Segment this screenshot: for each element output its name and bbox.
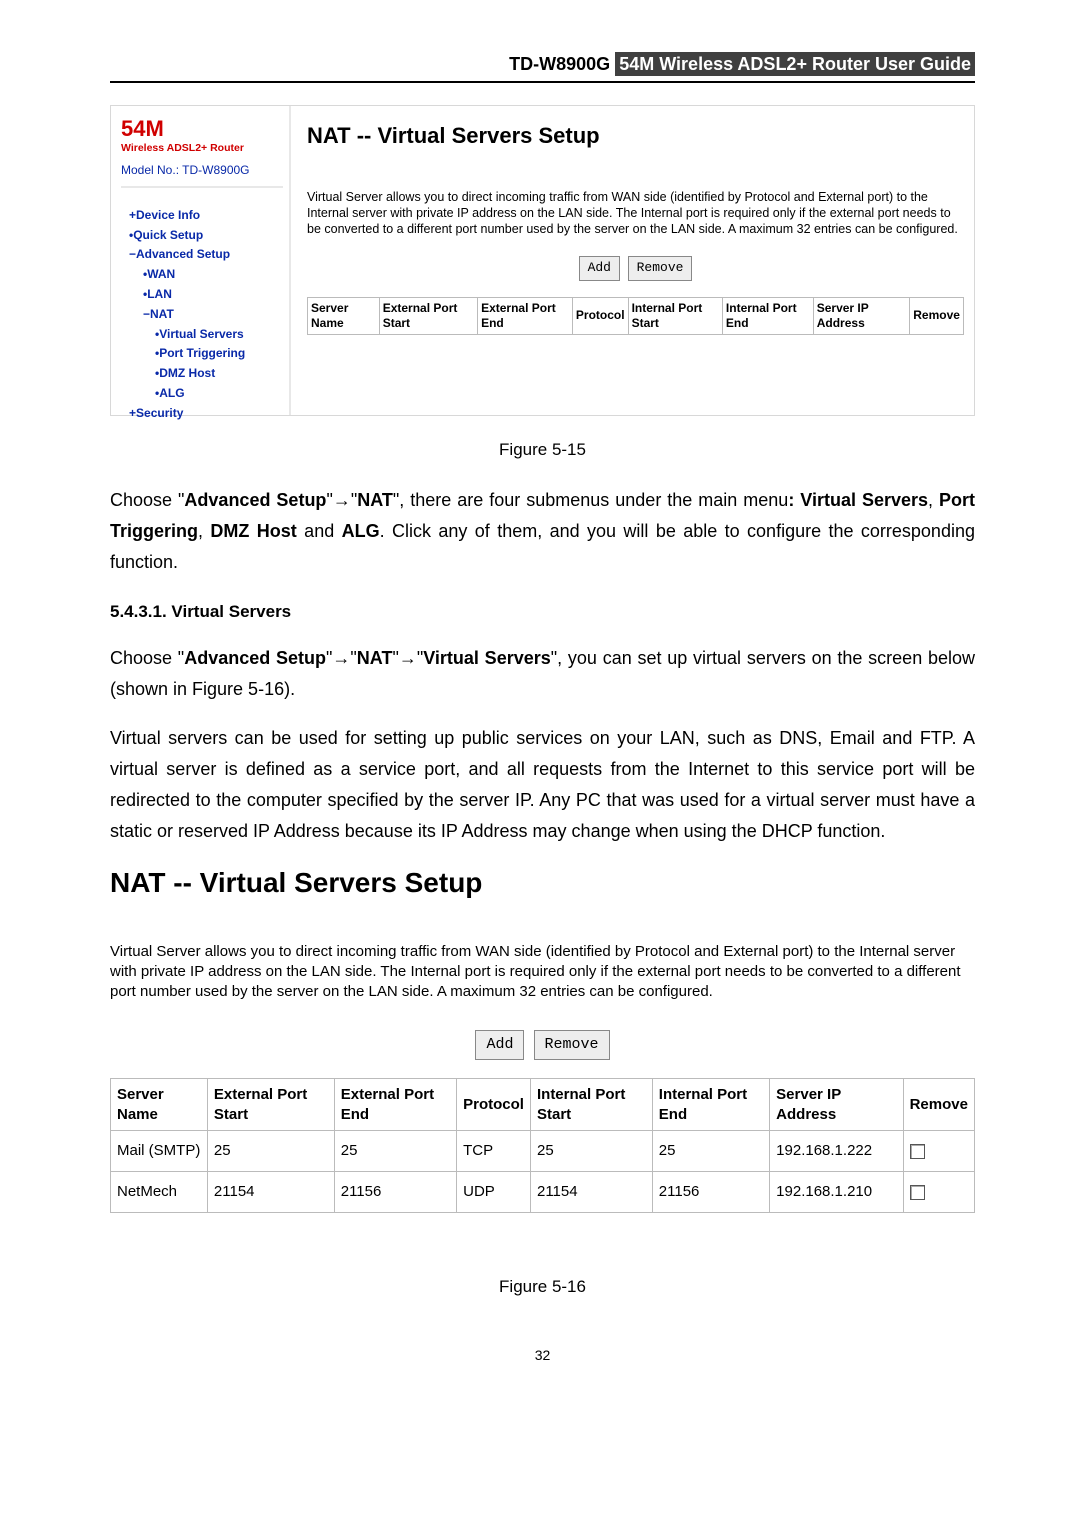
col-server-name: Server Name: [308, 297, 380, 334]
nav-security[interactable]: +Security: [129, 406, 183, 420]
panel-desc-516: Virtual Server allows you to direct inco…: [110, 942, 975, 1003]
model-no-label: Model No.:: [121, 163, 179, 177]
table-row: Mail (SMTP) 25 25 TCP 25 25 192.168.1.22…: [111, 1131, 975, 1172]
cell-name: NetMech: [111, 1172, 208, 1213]
col-server-ip: Server IP Address: [770, 1079, 903, 1131]
cell-int-start: 21154: [530, 1172, 652, 1213]
model-no-value: TD-W8900G: [182, 163, 249, 177]
col-ext-end: External Port End: [478, 297, 573, 334]
cell-remove: [903, 1172, 974, 1213]
paragraph-3: Virtual servers can be used for setting …: [110, 723, 975, 847]
table-row: NetMech 21154 21156 UDP 21154 21156 192.…: [111, 1172, 975, 1213]
header-title: 54M Wireless ADSL2+ Router User Guide: [615, 52, 975, 76]
cell-ext-end: 25: [334, 1131, 456, 1172]
panel-title-515: NAT -- Virtual Servers Setup: [307, 118, 964, 153]
model-number: Model No.: TD-W8900G: [121, 161, 283, 188]
remove-checkbox[interactable]: [910, 1185, 925, 1200]
cell-int-end: 25: [652, 1131, 769, 1172]
brand-subtitle: Wireless ADSL2+ Router: [121, 140, 283, 157]
nav-advanced-setup[interactable]: −Advanced Setup: [129, 247, 230, 261]
brand-54m: 54M: [121, 118, 283, 140]
remove-checkbox[interactable]: [910, 1144, 925, 1159]
page-number: 32: [110, 1344, 975, 1366]
paragraph-1: Choose "Advanced Setup"→"NAT", there are…: [110, 485, 975, 578]
col-remove: Remove: [903, 1079, 974, 1131]
caption-516: Figure 5-16: [110, 1273, 975, 1300]
cell-int-start: 25: [530, 1131, 652, 1172]
cell-server-ip: 192.168.1.222: [770, 1131, 903, 1172]
caption-515: Figure 5-15: [110, 436, 975, 463]
nav-virtual-servers[interactable]: •Virtual Servers: [155, 327, 244, 341]
figure-5-16: NAT -- Virtual Servers Setup Virtual Ser…: [110, 861, 975, 1214]
nav-nat[interactable]: −NAT: [143, 307, 174, 321]
header-model: TD-W8900G: [509, 54, 610, 74]
section-heading: 5.4.3.1. Virtual Servers: [110, 598, 975, 625]
col-server-name: Server Name: [111, 1079, 208, 1131]
router-sidebar: 54M Wireless ADSL2+ Router Model No.: TD…: [111, 106, 291, 415]
add-button-516[interactable]: Add: [475, 1030, 524, 1060]
nav-dmz-host[interactable]: •DMZ Host: [155, 366, 215, 380]
figure-5-15: 54M Wireless ADSL2+ Router Model No.: TD…: [110, 105, 975, 416]
col-ext-start: External Port Start: [207, 1079, 334, 1131]
sidebar-nav: +Device Info •Quick Setup −Advanced Setu…: [121, 206, 283, 424]
remove-button-516[interactable]: Remove: [534, 1030, 610, 1060]
col-protocol: Protocol: [457, 1079, 531, 1131]
nav-port-triggering[interactable]: •Port Triggering: [155, 346, 245, 360]
cell-ext-start: 21154: [207, 1172, 334, 1213]
panel-title-516: NAT -- Virtual Servers Setup: [110, 861, 975, 906]
cell-server-ip: 192.168.1.210: [770, 1172, 903, 1213]
col-int-end: Internal Port End: [722, 297, 813, 334]
col-protocol: Protocol: [572, 297, 628, 334]
col-ext-start: External Port Start: [379, 297, 477, 334]
add-button-515[interactable]: Add: [579, 256, 620, 281]
col-server-ip: Server IP Address: [813, 297, 910, 334]
col-remove: Remove: [910, 297, 964, 334]
cell-ext-end: 21156: [334, 1172, 456, 1213]
nav-wan[interactable]: •WAN: [143, 267, 175, 281]
page-header: TD-W8900G 54M Wireless ADSL2+ Router Use…: [110, 50, 975, 83]
nav-quick-setup[interactable]: •Quick Setup: [129, 228, 203, 242]
remove-button-515[interactable]: Remove: [628, 256, 693, 281]
nav-device-info[interactable]: +Device Info: [129, 208, 200, 222]
col-int-start: Internal Port Start: [628, 297, 722, 334]
virtual-servers-table-516: Server Name External Port Start External…: [110, 1078, 975, 1213]
col-int-end: Internal Port End: [652, 1079, 769, 1131]
cell-protocol: UDP: [457, 1172, 531, 1213]
col-int-start: Internal Port Start: [530, 1079, 652, 1131]
col-ext-end: External Port End: [334, 1079, 456, 1131]
virtual-servers-table-515: Server Name External Port Start External…: [307, 297, 964, 335]
paragraph-2: Choose "Advanced Setup"→"NAT"→"Virtual S…: [110, 643, 975, 705]
nav-alg[interactable]: •ALG: [155, 386, 185, 400]
cell-ext-start: 25: [207, 1131, 334, 1172]
cell-int-end: 21156: [652, 1172, 769, 1213]
cell-protocol: TCP: [457, 1131, 531, 1172]
cell-remove: [903, 1131, 974, 1172]
nav-lan[interactable]: •LAN: [143, 287, 172, 301]
cell-name: Mail (SMTP): [111, 1131, 208, 1172]
panel-desc-515: Virtual Server allows you to direct inco…: [307, 189, 964, 238]
